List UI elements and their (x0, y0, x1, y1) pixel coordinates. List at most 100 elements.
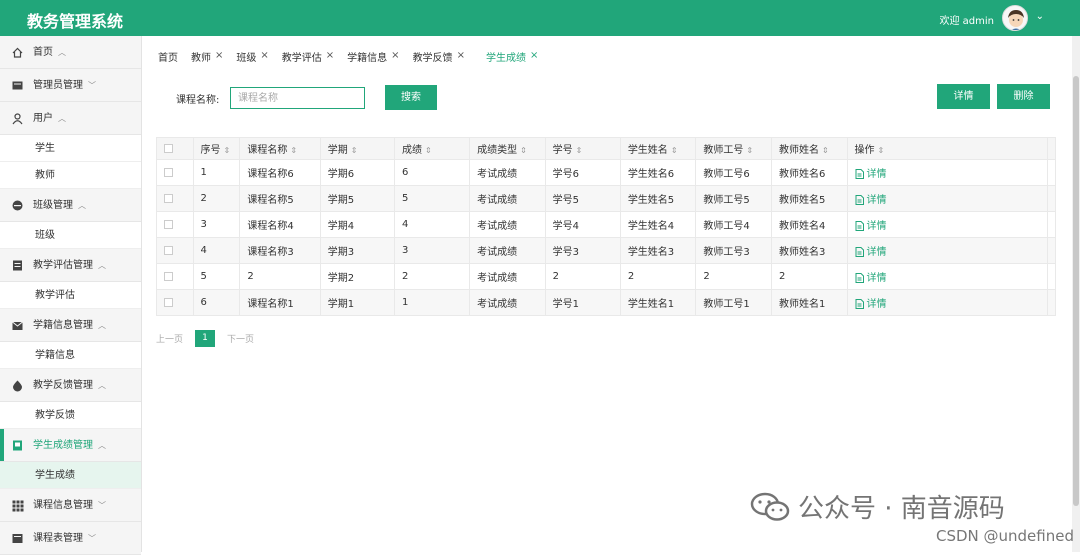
sidebar-group-label: 班级管理 (33, 200, 73, 211)
detail-button[interactable]: 详情 (937, 84, 990, 109)
column-header[interactable]: 教师工号 ⇕ (695, 137, 772, 160)
sort-icon[interactable]: ⇕ (224, 146, 231, 155)
row-detail-link[interactable]: 详情 (855, 169, 887, 180)
sidebar-group-3[interactable]: 班级管理 ︿ (0, 189, 141, 222)
sort-icon[interactable]: ⇕ (671, 146, 678, 155)
sidebar-item-2-0[interactable]: 学生 (0, 135, 141, 162)
course-name-search-input[interactable] (230, 87, 365, 109)
column-header[interactable]: 课程名称 ⇕ (239, 137, 321, 160)
tab-2[interactable]: 班级 × (236, 49, 268, 64)
sidebar-group-7[interactable]: 学生成绩管理 ︿ (0, 429, 141, 462)
tab-1[interactable]: 教师 × (191, 49, 223, 64)
table-cell: 考试成绩 (469, 159, 546, 186)
row-checkbox[interactable] (164, 245, 173, 255)
watermark: 公众号 · 南音源码 (750, 488, 1005, 525)
table-row[interactable]: 4 课程名称3 学期3 3 考试成绩 学号3 学生姓名3 教师工号3 教师姓名3 详情 (156, 237, 1056, 264)
column-header[interactable]: 学生姓名 ⇕ (619, 137, 697, 160)
scrollbar-thumb[interactable] (1073, 76, 1079, 506)
row-detail-link[interactable]: 详情 (855, 247, 887, 258)
tab-4[interactable]: 学籍信息 × (347, 49, 399, 64)
column-header[interactable]: 成绩 ⇕ (393, 137, 471, 160)
prev-page-button[interactable]: 上一页 (156, 332, 183, 345)
column-header[interactable]: 学期 ⇕ (319, 137, 395, 160)
column-header-empty (1047, 137, 1056, 160)
tab-0[interactable]: 首页 (158, 49, 178, 64)
row-detail-link[interactable]: 详情 (855, 195, 887, 206)
row-checkbox[interactable] (164, 219, 173, 229)
column-header[interactable]: 教师姓名 ⇕ (770, 137, 848, 160)
sidebar-group-5[interactable]: 学籍信息管理 ︿ (0, 309, 141, 342)
sidebar-group-2[interactable]: 用户 ︿ (0, 102, 141, 135)
table-row[interactable]: 5 2 学期2 2 考试成绩 2 2 2 2 详情 (156, 263, 1056, 290)
table-cell: 教师姓名5 (770, 185, 848, 212)
sort-icon[interactable]: ⇕ (576, 146, 583, 155)
table-row[interactable]: 6 课程名称1 学期1 1 考试成绩 学号1 学生姓名1 教师工号1 教师姓名1 详情 (156, 289, 1056, 316)
row-detail-link[interactable]: 详情 (855, 299, 887, 310)
sort-icon[interactable]: ⇕ (425, 146, 432, 155)
sidebar-item-4-0[interactable]: 教学评估 (0, 282, 141, 309)
tab-3[interactable]: 教学评估 × (282, 49, 334, 64)
table-cell: 课程名称6 (239, 159, 321, 186)
sidebar-item-5-0[interactable]: 学籍信息 (0, 342, 141, 369)
delete-button[interactable]: 删除 (997, 84, 1050, 109)
sidebar-group-label: 教学评估管理 (33, 260, 93, 271)
close-icon[interactable]: × (530, 50, 538, 61)
sidebar-group-9[interactable]: 课程表管理 ﹀ (0, 522, 141, 555)
column-header[interactable]: 序号 ⇕ (192, 137, 241, 160)
sidebar-item-7-0[interactable]: 学生成绩 (0, 462, 141, 489)
tab-5[interactable]: 教学反馈 × (413, 49, 465, 64)
select-all-checkbox[interactable] (164, 143, 173, 153)
sidebar-group-0[interactable]: 首页 ︿ (0, 36, 141, 69)
table-row[interactable]: 3 课程名称4 学期4 4 考试成绩 学号4 学生姓名4 教师工号4 教师姓名4 详情 (156, 211, 1056, 238)
close-icon[interactable]: × (215, 50, 223, 61)
sidebar-group-1[interactable]: 管理员管理 ﹀ (0, 69, 141, 102)
table-cell: 学号3 (544, 237, 621, 264)
row-detail-link[interactable]: 详情 (855, 221, 887, 232)
table-cell: 学生姓名4 (619, 211, 697, 238)
search-button[interactable]: 搜索 (385, 85, 437, 110)
sort-icon[interactable]: ⇕ (822, 146, 829, 155)
row-detail-link[interactable]: 详情 (855, 273, 887, 284)
tab-label: 学籍信息 (347, 52, 388, 64)
chevron-down-icon[interactable]: ⌄ (1036, 11, 1044, 22)
avatar[interactable] (1002, 5, 1028, 31)
table-cell: 5 (192, 263, 241, 290)
sort-icon[interactable]: ⇕ (746, 146, 753, 155)
sidebar-item-3-0[interactable]: 班级 (0, 222, 141, 249)
sort-icon[interactable]: ⇕ (878, 146, 885, 155)
next-page-button[interactable]: 下一页 (227, 332, 254, 345)
sort-icon[interactable]: ⇕ (520, 146, 527, 155)
table-row[interactable]: 1 课程名称6 学期6 6 考试成绩 学号6 学生姓名6 教师工号6 教师姓名6 详情 (156, 159, 1056, 186)
tab-6[interactable]: 学生成绩 × (486, 49, 538, 64)
scrollbar[interactable] (1072, 36, 1080, 552)
sidebar-group-8[interactable]: 课程信息管理 ﹀ (0, 489, 141, 522)
admin-icon (12, 81, 23, 90)
sidebar-item-2-1[interactable]: 教师 (0, 162, 141, 189)
close-icon[interactable]: × (260, 50, 268, 61)
table-cell: 教师工号1 (695, 289, 772, 316)
row-checkbox-cell (156, 185, 194, 212)
column-header[interactable]: 操作 ⇕ (846, 137, 1049, 160)
row-checkbox[interactable] (164, 297, 173, 307)
row-checkbox[interactable] (164, 271, 173, 281)
row-checkbox[interactable] (164, 167, 173, 177)
current-page-button[interactable]: 1 (195, 330, 216, 347)
column-header[interactable]: 成绩类型 ⇕ (469, 137, 546, 160)
sidebar-item-6-0[interactable]: 教学反馈 (0, 402, 141, 429)
close-icon[interactable]: × (326, 50, 334, 61)
close-icon[interactable]: × (391, 50, 399, 61)
sort-icon[interactable]: ⇕ (351, 146, 358, 155)
sidebar-group-6[interactable]: 教学反馈管理 ︿ (0, 369, 141, 402)
sidebar-group-4[interactable]: 教学评估管理 ︿ (0, 249, 141, 282)
pagination: 上一页 1 下一页 (156, 330, 254, 347)
sort-icon[interactable]: ⇕ (290, 146, 297, 155)
class-icon (12, 200, 23, 211)
close-icon[interactable]: × (457, 50, 465, 61)
document-icon (855, 195, 864, 205)
sidebar-group-label: 课程表管理 (33, 533, 83, 544)
column-header[interactable]: 学号 ⇕ (544, 137, 621, 160)
document-icon (855, 221, 864, 231)
table-cell: 课程名称5 (239, 185, 321, 212)
row-checkbox[interactable] (164, 193, 173, 203)
table-row[interactable]: 2 课程名称5 学期5 5 考试成绩 学号5 学生姓名5 教师工号5 教师姓名5 详情 (156, 185, 1056, 212)
